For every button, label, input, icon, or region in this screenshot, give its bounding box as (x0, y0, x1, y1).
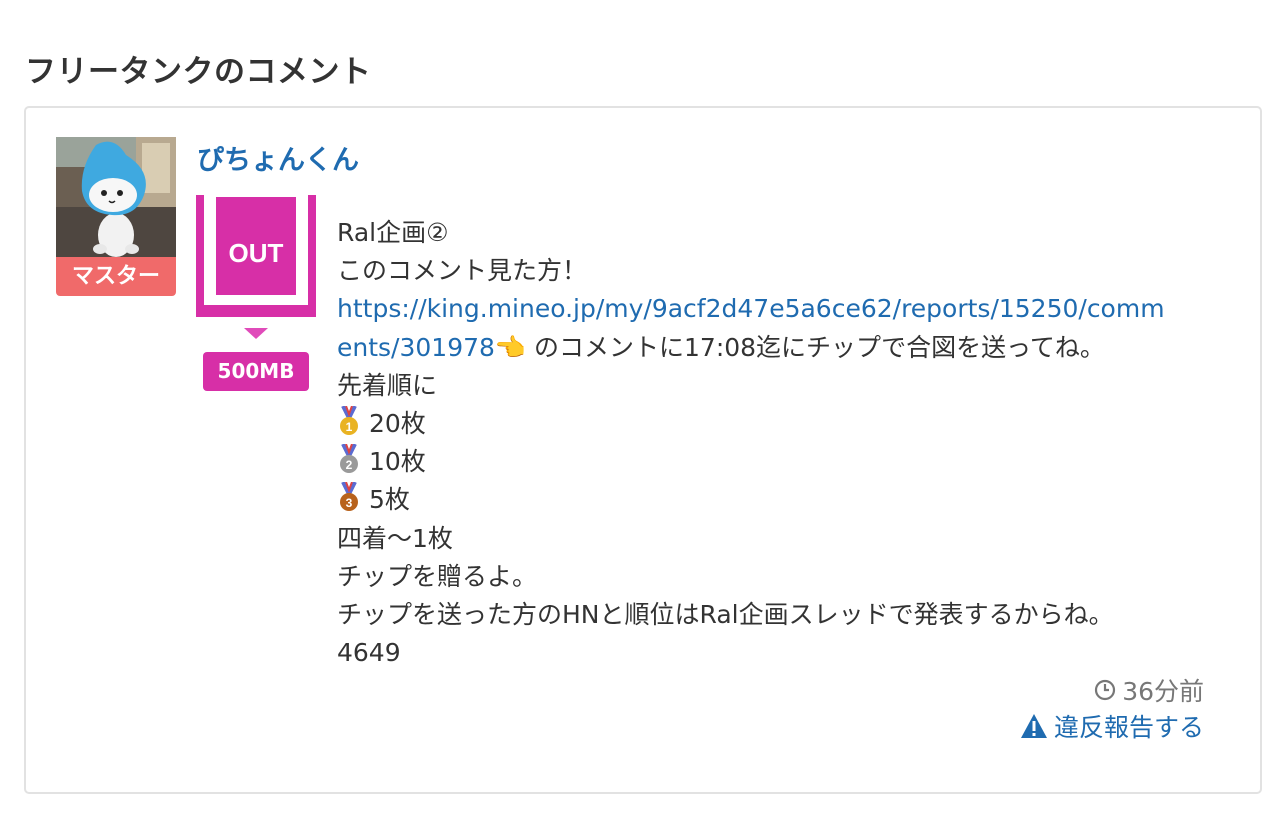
rank-line-2: 2 10枚 (337, 443, 1207, 481)
bronze-medal-icon: 3 (340, 482, 358, 512)
comment-link[interactable]: https://king.mineo.jp/my/9acf2d47e5a6ce6… (337, 294, 1165, 323)
svg-text:2: 2 (346, 458, 353, 472)
comment-line: 四着〜1枚 (337, 523, 453, 553)
master-badge: マスター (56, 257, 176, 296)
comment-line: 先着順に (337, 370, 438, 400)
comment-line: Ral企画② (337, 218, 449, 247)
rank-2-label: 10枚 (369, 447, 426, 477)
rank-3-label: 5枚 (369, 485, 410, 515)
svg-text:3: 3 (346, 496, 353, 510)
tank-amount-badge: 500MB (203, 352, 309, 391)
comment-line: チップを送った方のHNと順位はRal企画スレッドで発表するからね。 (337, 600, 1114, 630)
tank-out-icon: OUT (196, 195, 316, 317)
gold-medal-icon: 1 (340, 406, 358, 436)
tank-arrow-icon (244, 328, 268, 339)
clock-icon (1095, 679, 1116, 701)
rank-line-1: 1 20枚 (337, 405, 1207, 443)
comment-line: https://king.mineo.jp/my/9acf2d47e5a6ce6… (337, 290, 1207, 328)
silver-medal-icon: 2 (340, 444, 358, 474)
rank-line-3: 3 5枚 (337, 481, 1207, 519)
comment-line: このコメント見た方！ (337, 256, 588, 286)
comment-line: 4649 (337, 638, 401, 668)
mascot-photo (56, 137, 176, 257)
comment-line: ents/301978👈 のコメントに17:08迄にチップで合図を送ってね。 (337, 329, 1207, 367)
tank-action-label: OUT (229, 238, 284, 268)
comment-link-continued[interactable]: ents/301978 (337, 333, 495, 362)
comment-body: Ral企画② このコメント見た方！ https://king.mineo.jp/… (337, 214, 1207, 672)
svg-text:1: 1 (346, 420, 353, 434)
section-title: フリータンクのコメント (25, 54, 372, 90)
rank-1-label: 20枚 (369, 409, 426, 439)
username-link[interactable]: ぴちょんくん (197, 138, 359, 177)
report-violation-link[interactable]: 違反報告する (1020, 708, 1204, 744)
timestamp-label: 36分前 (1122, 677, 1204, 706)
user-avatar[interactable] (56, 137, 176, 257)
comment-text: のコメントに17:08迄にチップで合図を送ってね。 (534, 332, 1105, 362)
warning-icon (1020, 714, 1047, 738)
report-label: 違反報告する (1053, 713, 1204, 742)
comment-timestamp: 36分前 (1094, 672, 1204, 708)
comment-line: チップを贈るよ。 (337, 561, 538, 591)
pointing-hand-emoji: 👈 (494, 332, 527, 362)
